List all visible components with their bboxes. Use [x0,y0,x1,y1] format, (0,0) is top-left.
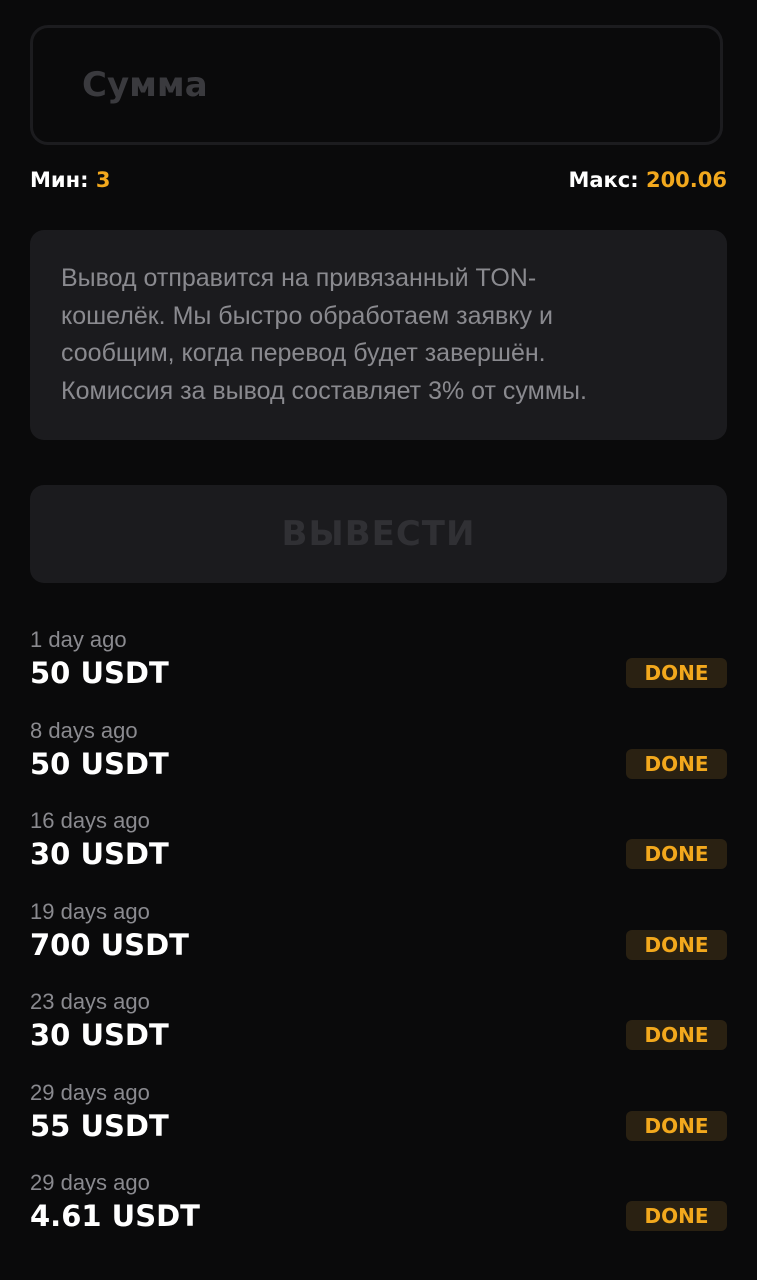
info-line: Вывод отправится на привязанный TON- [61,264,537,292]
history-time: 1 day ago [30,627,127,652]
history-time: 23 days ago [30,989,150,1014]
min-limit: Мин: 3 [30,167,110,193]
info-line: Комиссия за вывод составляет 3% от суммы… [61,376,587,405]
status-badge: DONE [626,839,727,869]
history-amount: 700 USDT [30,927,189,962]
limits-row: Мин: 3 Макс: 200.06 [30,167,727,193]
withdraw-button[interactable]: ВЫВЕСТИ [30,485,727,583]
history-amount: 55 USDT [30,1108,169,1143]
history-item: 23 days ago 30 USDT DONE [30,989,727,1080]
history-item: 29 days ago 55 USDT DONE [30,1080,727,1171]
history-amount: 30 USDT [30,837,169,871]
history-time: 29 days ago [30,1170,150,1195]
amount-field[interactable] [30,25,723,145]
status-badge: DONE [626,748,727,779]
status-badge: DONE [626,1201,727,1231]
history-time: 16 days ago [30,808,150,833]
withdrawal-history: 1 day ago 50 USDT DONE 8 days ago 50 USD… [30,627,727,1261]
max-limit: Макс: 200.06 [568,167,727,193]
max-label: Макс: [568,168,639,192]
history-item: 29 days ago 4.61 USDT DONE [30,1170,727,1261]
history-item: 16 days ago 30 USDT DONE [30,808,727,899]
withdraw-form: Мин: 3 Макс: 200.06 Вывод отправится на … [30,25,727,1261]
history-amount: 50 USDT [30,656,169,690]
history-time: 19 days ago [30,898,150,924]
status-badge: DONE [626,658,727,688]
history-amount: 30 USDT [30,1018,169,1052]
withdraw-button-label: ВЫВЕСТИ [281,514,476,554]
info-line: кошелёк. Мы быстро обработаем заявку и [61,301,553,330]
history-amount: 4.61 USDT [30,1199,200,1233]
min-value: 3 [95,168,111,192]
amount-input[interactable] [80,64,644,106]
min-label: Мин: [30,168,89,192]
info-line: сообщим, когда перевод будет завершён. [61,339,546,367]
history-time: 29 days ago [30,1079,150,1105]
history-amount: 50 USDT [30,746,169,781]
history-item: 8 days ago 50 USDT DONE [30,718,727,809]
status-badge: DONE [626,929,727,960]
status-badge: DONE [626,1110,727,1141]
history-item: 1 day ago 50 USDT DONE [30,627,727,718]
max-value: 200.06 [645,168,727,192]
history-item: 19 days ago 700 USDT DONE [30,899,727,990]
withdraw-info-box: Вывод отправится на привязанный TON- кош… [30,230,727,440]
status-badge: DONE [626,1020,727,1050]
history-time: 8 days ago [30,717,138,743]
